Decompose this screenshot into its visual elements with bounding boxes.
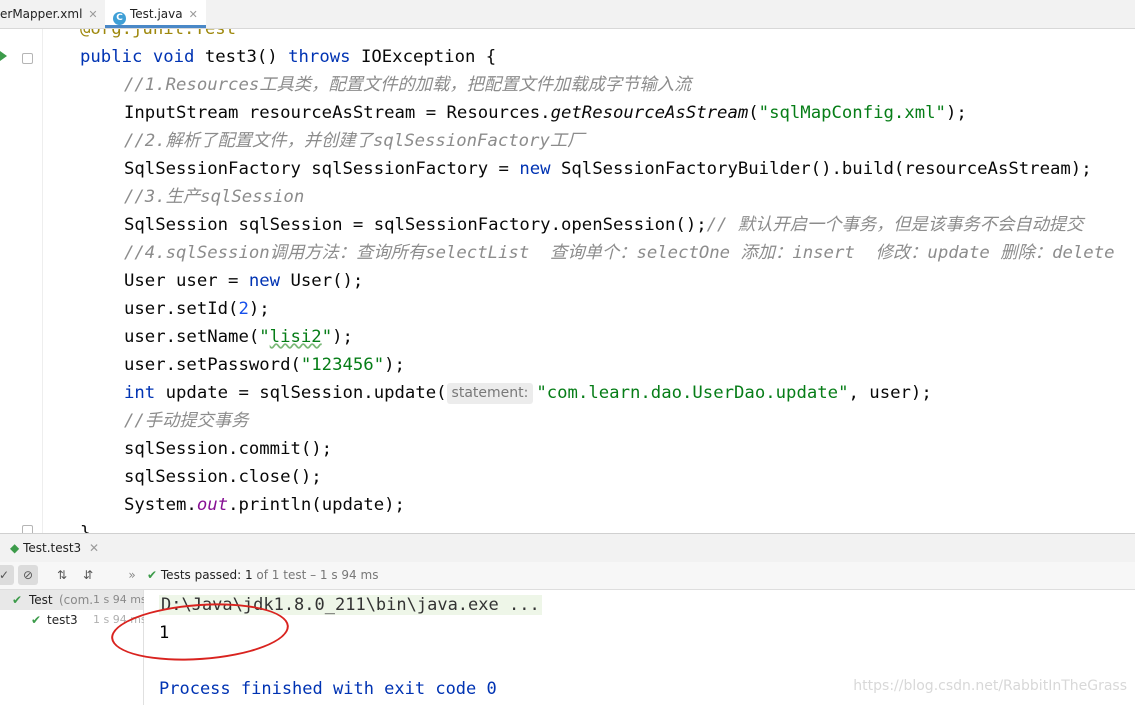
tab-test-java[interactable]: C Test.java ✕ [105,0,206,28]
parameter-hint: statement: [446,383,534,404]
show-ignored-icon[interactable]: ⊘ [18,565,38,585]
code-editor[interactable]: @org.junit.Test public void test3() thro… [43,29,1135,533]
code-line: user.setName("lisi2"); [124,327,353,347]
code-line: System.out.println(update); [124,495,405,515]
editor-gutter [0,29,43,536]
tab-label: Test.java [130,7,183,21]
code-line: SqlSession sqlSession = sqlSessionFactor… [124,215,1084,235]
tab-label: erMapper.xml [0,7,83,21]
run-panel-header: ◆ Test.test3 ✕ [0,533,1135,563]
code-comment: //手动提交事务 [124,411,249,431]
code-line: int update = sqlSession.update(statement… [124,383,932,404]
run-config-icon: ◆ [10,541,20,555]
run-tab[interactable]: ◆ Test.test3 ✕ [10,534,99,562]
check-icon: ✔ [12,593,23,607]
code-line: SqlSessionFactory sqlSessionFactory = ne… [124,159,1092,179]
tab-usermapper-xml[interactable]: erMapper.xml ✕ [0,0,98,28]
sort-alphabetically-icon[interactable]: ⇅ [52,565,72,585]
code-comment: //3.生产sqlSession [124,187,305,207]
check-icon: ✔ [147,568,158,582]
editor-tab-bar: erMapper.xml ✕ C Test.java ✕ [0,0,1135,29]
code-comment: //1.Resources工具类，配置文件的加载，把配置文件加载成字节输入流 [124,75,692,95]
close-icon[interactable]: ✕ [189,8,198,21]
code-line: User user = new User(); [124,271,364,291]
show-passed-icon[interactable]: ✓ [0,565,14,585]
java-class-icon: C [113,12,126,25]
test-status: ✔ Tests passed: 1 of 1 test – 1 s 94 ms [147,568,379,582]
run-tab-label: Test.test3 [23,541,82,555]
code-line: user.setId(2); [124,299,270,319]
code-line: user.setPassword("123456"); [124,355,405,375]
code-line: @org.junit.Test [80,29,237,39]
run-test-icon[interactable] [0,51,7,61]
console-exit-message: Process finished with exit code 0 [159,679,497,699]
code-line: InputStream resourceAsStream = Resources… [124,103,967,123]
watermark: https://blog.csdn.net/RabbitInTheGrass [853,678,1127,694]
test-toolbar: ✓ ⊘ ⇅ ⇵ » ✔ Tests passed: 1 of 1 test – … [0,562,1135,590]
check-icon: ✔ [31,613,42,627]
code-comment: //4.sqlSession调用方法：查询所有selectList 查询单个：s… [124,243,1115,263]
code-line: sqlSession.commit(); [124,439,333,459]
close-icon[interactable]: ✕ [88,8,97,21]
fold-icon[interactable] [22,53,33,64]
close-icon[interactable]: ✕ [89,541,99,555]
code-line: } [80,523,91,533]
more-icon[interactable]: » [122,565,142,585]
test-tree-item[interactable]: ✔ Test (com. 1 s 94 ms [0,590,147,610]
code-line: public void test3() throws IOException { [80,47,497,67]
code-comment: //2.解析了配置文件，并创建了sqlSessionFactory工厂 [124,131,585,151]
sort-by-duration-icon[interactable]: ⇵ [78,565,98,585]
code-line: sqlSession.close(); [124,467,322,487]
